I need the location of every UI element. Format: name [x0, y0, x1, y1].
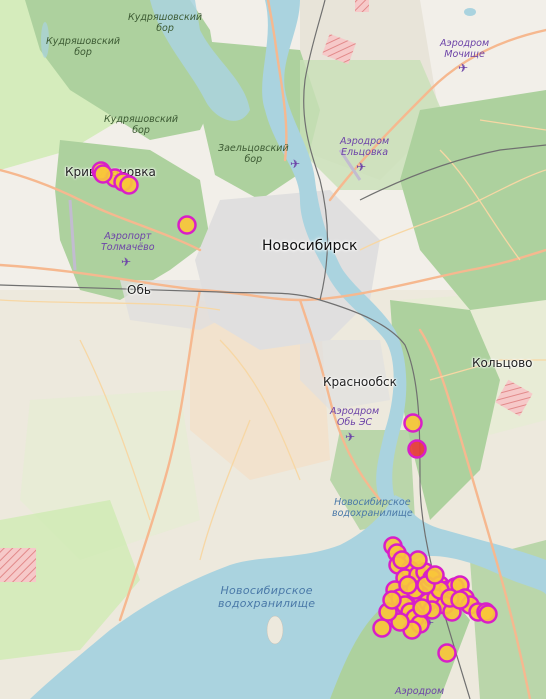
map-marker-reservoir-cluster-16[interactable] [478, 604, 498, 624]
map-marker-ob-es-2[interactable] [407, 439, 427, 459]
map-marker-reservoir-cluster-37[interactable] [398, 575, 418, 595]
map-marker-reservoir-cluster-40[interactable] [450, 590, 470, 610]
map-view[interactable]: Новосибирск Криводановка Обь Краснообск … [0, 0, 546, 699]
map-marker-reservoir-cluster-42[interactable] [408, 550, 428, 570]
map-marker-ob-es-1[interactable] [403, 413, 423, 433]
map-marker-reservoir-cluster-41[interactable] [425, 565, 445, 585]
map-marker-reservoir-cluster-44[interactable] [437, 643, 457, 663]
map-marker-reservoir-cluster-43[interactable] [392, 550, 412, 570]
map-marker-tolmachevo[interactable] [177, 215, 197, 235]
markers-layer [91, 161, 498, 663]
map-marker-reservoir-cluster-27[interactable] [382, 590, 402, 610]
map-marker-reservoir-cluster-26[interactable] [372, 618, 392, 638]
map-marker-krivodanovka-3[interactable] [93, 164, 113, 184]
map-marker-reservoir-cluster-35[interactable] [412, 598, 432, 618]
map-marker-krivodanovka-5[interactable] [119, 175, 139, 195]
